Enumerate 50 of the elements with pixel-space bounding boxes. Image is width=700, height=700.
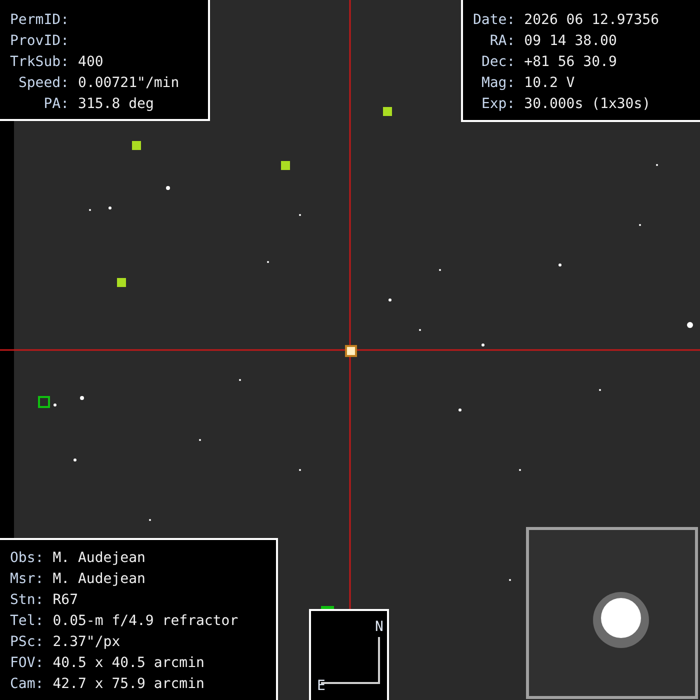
field-value: 0.00721"/min bbox=[78, 74, 180, 93]
field-label: Dec: bbox=[480, 53, 516, 72]
field-value: 10.2 V bbox=[524, 74, 576, 93]
field-label: Date: bbox=[473, 11, 516, 30]
field-value: R67 bbox=[52, 591, 80, 610]
star-dot bbox=[54, 404, 56, 406]
field-label: Tel: bbox=[10, 612, 44, 631]
field-label: Obs: bbox=[10, 549, 44, 568]
field-value: 315.8 deg bbox=[78, 95, 155, 114]
star-dot bbox=[108, 206, 112, 210]
field-value: 42.7 x 75.9 arcmin bbox=[52, 675, 206, 694]
field-value: 2.37"/px bbox=[52, 633, 122, 652]
star-dot bbox=[482, 344, 484, 346]
field-label: ProvID: bbox=[10, 32, 70, 51]
catalog-marker bbox=[132, 141, 141, 150]
star-dot bbox=[80, 396, 84, 400]
field-label: Stn: bbox=[10, 591, 44, 610]
field-value: M. Audejean bbox=[52, 570, 146, 589]
field-label: TrkSub: bbox=[10, 53, 70, 72]
field-label: Mag: bbox=[480, 74, 516, 93]
catalog-marker bbox=[117, 278, 126, 287]
field-label: Cam: bbox=[10, 675, 44, 694]
field-label: Exp: bbox=[480, 95, 516, 114]
field-value: 2026 06 12.97356 bbox=[524, 11, 660, 30]
field-value: M. Audejean bbox=[52, 549, 146, 568]
field-value: +81 56 30.9 bbox=[524, 53, 618, 72]
star-dot bbox=[166, 186, 170, 190]
field-label: PermID: bbox=[10, 11, 70, 30]
field-value: 400 bbox=[78, 53, 104, 72]
field-label: PA: bbox=[42, 95, 70, 114]
field-value: 09 14 38.00 bbox=[524, 32, 618, 51]
square-outline-marker bbox=[38, 396, 50, 408]
east-label: E bbox=[317, 678, 326, 694]
star-dot bbox=[558, 264, 562, 266]
field-label: PSc: bbox=[10, 633, 44, 652]
catalog-marker bbox=[383, 107, 392, 116]
catalog-marker bbox=[281, 161, 290, 170]
star-dot bbox=[388, 298, 392, 302]
field-value: 40.5 x 40.5 arcmin bbox=[52, 654, 206, 673]
star-dot bbox=[74, 458, 76, 462]
field-value: 30.000s (1x30s) bbox=[524, 95, 652, 114]
field-value: 0.05-m f/4.9 refractor bbox=[52, 612, 238, 631]
star-dot bbox=[687, 322, 693, 328]
field-label: Speed: bbox=[17, 74, 70, 93]
field-label: FOV: bbox=[10, 654, 44, 673]
star-dot bbox=[458, 408, 462, 412]
field-label: RA: bbox=[488, 32, 516, 51]
north-label: N bbox=[375, 619, 384, 635]
target-marker bbox=[345, 345, 357, 357]
field-label: Msr: bbox=[10, 570, 44, 589]
